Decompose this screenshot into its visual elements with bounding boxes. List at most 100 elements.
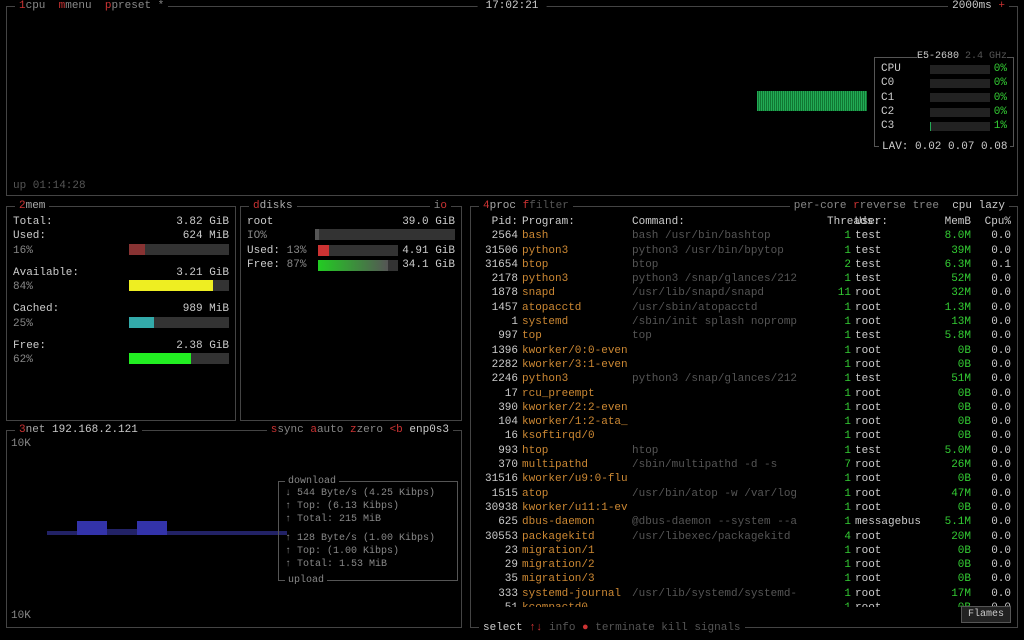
mem-panel: 2mem Total:3.82 GiB Used:624 MiB 16% Ava… (6, 206, 236, 421)
net-upload-label: upload (285, 574, 327, 587)
proc-hdr-mem[interactable]: MemB (925, 215, 975, 229)
mem-cached: 989 MiB (183, 302, 229, 316)
proc-hdr-user[interactable]: User: (855, 215, 925, 229)
mem-free-label: Free: (13, 339, 46, 353)
proc-row[interactable]: 29migration/21root0B0.0 (477, 558, 1011, 572)
proc-row[interactable]: 2178python3python3 /snap/glances/2121tes… (477, 272, 1011, 286)
proc-tree[interactable]: tree (913, 200, 939, 212)
cpu-label: cpu (26, 0, 46, 12)
preset-label[interactable]: preset * (111, 0, 164, 12)
uptime: up 01:14:28 (13, 179, 86, 193)
mem-cached-pct: 25% (13, 317, 33, 331)
mem-avail-label: Available: (13, 266, 79, 280)
proc-row[interactable]: 31516kworker/u9:0-flu1root0B0.0 (477, 472, 1011, 486)
menu-label[interactable]: menu (65, 0, 91, 12)
proc-row[interactable]: 17rcu_preempt1root0B0.0 (477, 387, 1011, 401)
net-scale-top: 10K (11, 437, 31, 451)
proc-row[interactable]: 1878snapd/usr/lib/snapd/snapd11root32M0.… (477, 286, 1011, 300)
net-ul-top: ↑ Top: (1.00 Kibps) (285, 545, 451, 558)
cpu-ghz: 2.4 GHz (965, 51, 1007, 62)
proc-row[interactable]: 104kworker/1:2-ata_1root0B0.0 (477, 415, 1011, 429)
proc-title: proc (490, 200, 516, 212)
proc-hdr-prog[interactable]: Program: (522, 215, 632, 229)
net-zero[interactable]: zero (357, 424, 383, 436)
proc-row[interactable]: 30938kworker/u11:1-ev1root0B0.0 (477, 501, 1011, 515)
proc-row[interactable]: 51kcompactd01root0B0.0 (477, 601, 1011, 607)
mem-used-pct: 16% (13, 244, 33, 258)
net-download-graph (47, 515, 287, 535)
proc-row[interactable]: 1396kworker/0:0-even1root0B0.0 (477, 344, 1011, 358)
proc-row[interactable]: 31506python3python3 /usr/bin/bpytop1test… (477, 244, 1011, 258)
net-sync[interactable]: sync (277, 424, 303, 436)
disk-free-pct: 87% (287, 259, 307, 271)
mem-total-label: Total: (13, 215, 53, 229)
net-title: net (26, 424, 46, 436)
mem-cached-label: Cached: (13, 302, 59, 316)
disk-free-label: Free: (247, 259, 280, 271)
net-dl-total: ↑ Total: 215 MiB (285, 513, 451, 526)
proc-percore[interactable]: per-core (794, 200, 847, 212)
proc-row[interactable]: 23migration/11root0B0.0 (477, 544, 1011, 558)
mem-used: 624 MiB (183, 229, 229, 243)
mem-hotkey: 2 (19, 200, 26, 212)
mem-total: 3.82 GiB (176, 215, 229, 229)
proc-row[interactable]: 30553packagekitd/usr/libexec/packagekitd… (477, 530, 1011, 544)
net-download-label: download (285, 475, 339, 488)
proc-row[interactable]: 333systemd-journal/usr/lib/systemd/syste… (477, 587, 1011, 601)
proc-info[interactable]: info (549, 622, 575, 634)
cpu-panel: 1cpu mmenu ppreset * 17:02:21 2000ms + E… (6, 6, 1018, 196)
proc-kill[interactable]: kill (661, 622, 687, 634)
proc-hdr-cmd[interactable]: Command: (632, 215, 827, 229)
net-stats-box: download ↓ 544 Byte/s (4.25 Kibps) ↑ Top… (278, 481, 458, 581)
cpu-lav: LAV: 0.02 0.07 0.08 (879, 140, 1010, 154)
disk-used: 4.91 GiB (402, 244, 455, 258)
proc-row[interactable]: 370multipathd/sbin/multipathd -d -s7root… (477, 458, 1011, 472)
proc-row[interactable]: 31654btopbtop2test6.3M0.1 (477, 258, 1011, 272)
proc-panel: 4proc ffilter per-core rreverse tree cpu… (470, 206, 1018, 628)
proc-hdr-thr[interactable]: Threads: (827, 215, 855, 229)
flames-button[interactable]: Flames (961, 606, 1011, 623)
proc-row[interactable]: 1systemd/sbin/init splash nopromp1root13… (477, 315, 1011, 329)
disks-panel: ddisks io root39.0 GiB IO% Used: 13% 4.9… (240, 206, 462, 421)
net-auto[interactable]: auto (317, 424, 343, 436)
cpu-core-row: C10% (881, 91, 1007, 105)
net-dl-rate: ↓ 544 Byte/s (4.25 Kibps) (285, 487, 451, 500)
disks-title: disks (260, 200, 293, 212)
cpu-core-row: C20% (881, 105, 1007, 119)
disk-size: 39.0 GiB (402, 215, 455, 229)
proc-row[interactable]: 35migration/31root0B0.0 (477, 572, 1011, 586)
proc-signals[interactable]: signals (694, 622, 740, 634)
proc-sort[interactable]: cpu lazy (952, 200, 1005, 212)
clock: 17:02:21 (478, 0, 547, 13)
proc-row[interactable]: 997toptop1test5.8M0.0 (477, 329, 1011, 343)
proc-filter-label[interactable]: filter (529, 200, 569, 212)
proc-row[interactable]: 625dbus-daemon@dbus-daemon --system --a1… (477, 515, 1011, 529)
mem-avail: 3.21 GiB (176, 266, 229, 280)
proc-row[interactable]: 2246python3python3 /snap/glances/2121tes… (477, 372, 1011, 386)
plus-icon[interactable]: + (998, 0, 1005, 12)
mem-free: 2.38 GiB (176, 339, 229, 353)
proc-row[interactable]: 993htophtop1test5.0M0.0 (477, 444, 1011, 458)
proc-hdr-cpu[interactable]: Cpu% (975, 215, 1015, 229)
proc-terminate[interactable]: terminate (595, 622, 654, 634)
net-iface-prev[interactable]: <b (390, 424, 403, 436)
net-scale-bottom: 10K (11, 609, 31, 623)
proc-row[interactable]: 2564bashbash /usr/bin/bashtop1test8.0M0.… (477, 229, 1011, 243)
proc-row[interactable]: 16ksoftirqd/01root0B0.0 (477, 429, 1011, 443)
disk-name: root (247, 215, 273, 229)
net-iface: enp0s3 (409, 424, 449, 436)
proc-hdr-pid[interactable]: Pid: (477, 215, 522, 229)
proc-footer: select ↑↓ info ● terminate kill signals (479, 621, 745, 635)
proc-reverse[interactable]: reverse (860, 200, 906, 212)
proc-row[interactable]: 390kworker/2:2-even1root0B0.0 (477, 401, 1011, 415)
net-ip: 192.168.2.121 (52, 424, 138, 436)
net-hotkey: 3 (19, 424, 26, 436)
proc-row[interactable]: 2282kworker/3:1-even1root0B0.0 (477, 358, 1011, 372)
cpu-model: E5-2680 (917, 51, 959, 62)
mem-avail-pct: 84% (13, 280, 33, 294)
mem-free-pct: 62% (13, 353, 33, 367)
proc-row[interactable]: 1515atop/usr/bin/atop -w /var/log1root47… (477, 487, 1011, 501)
disk-used-pct: 13% (287, 245, 307, 257)
proc-row[interactable]: 1457atopacctd/usr/sbin/atopacctd1root1.3… (477, 301, 1011, 315)
proc-select[interactable]: select (483, 622, 523, 634)
